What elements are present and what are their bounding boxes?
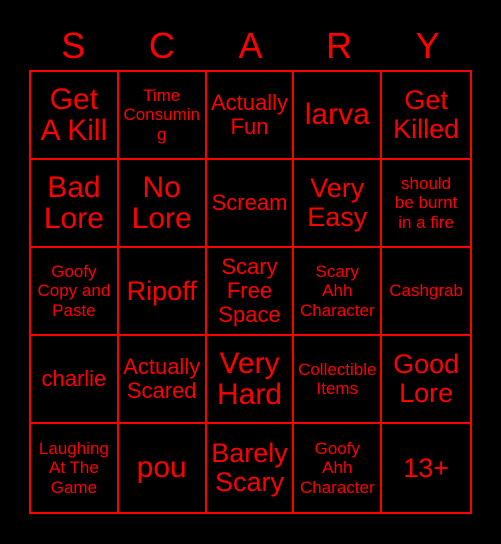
bingo-cell-r3-c2[interactable]: Ripoff: [118, 248, 207, 336]
bingo-cell-label: pou: [136, 451, 187, 485]
bingo-cell-r5-c1[interactable]: Laughing At The Game: [31, 424, 119, 512]
bingo-cell-label: Collectible Items: [298, 359, 377, 398]
bingo-cell-r2-c1[interactable]: Bad Lore: [31, 160, 119, 248]
bingo-header-letter-1: S: [61, 25, 86, 66]
bingo-cell-label: Very Easy: [307, 173, 368, 232]
bingo-cell-label: Time Consuming: [123, 86, 200, 144]
bingo-cell-label: Bad Lore: [43, 170, 104, 235]
bingo-cell-r4-c4[interactable]: Collectible Items: [294, 336, 383, 424]
bingo-cell-r5-c4[interactable]: Goofy Ahh Character: [294, 424, 383, 512]
bingo-header: SCARY: [29, 22, 472, 70]
bingo-cell-r2-c5[interactable]: should be burnt in a fire: [382, 160, 470, 248]
bingo-cell-r3-c4[interactable]: Scary Ahh Character: [294, 248, 383, 336]
bingo-cell-r1-c4[interactable]: larva: [294, 72, 383, 160]
bingo-header-letter-4: R: [326, 25, 353, 66]
bingo-cell-r5-c2[interactable]: pou: [118, 424, 207, 512]
bingo-cell-r5-c5[interactable]: 13+: [382, 424, 470, 512]
bingo-card: S C A R Y Get A Kill Time Consuming Actually Fun l…: [0, 0, 501, 544]
bingo-cell-r2-c4[interactable]: Very Easy: [294, 160, 383, 248]
bingo-cell-r4-c3[interactable]: Very Hard: [206, 336, 295, 424]
bingo-cell-label: 13+: [403, 452, 449, 483]
bingo-header-letter-3: A: [238, 25, 263, 66]
bingo-cell-r3-c3[interactable]: Scary Free Space: [206, 248, 295, 336]
bingo-cell-r4-c5[interactable]: Good Lore: [382, 336, 470, 424]
bingo-cell-label: Very Hard: [216, 346, 282, 411]
bingo-cell-label: Actually Fun: [210, 90, 289, 139]
bingo-cell-label: Barely Scary: [211, 438, 288, 497]
bingo-cell-label: Scary Free Space: [218, 254, 281, 327]
bingo-cell-label: charlie: [41, 366, 107, 392]
bingo-cell-label: Scary Ahh Character: [299, 262, 375, 320]
bingo-header-letter-2: C: [148, 25, 175, 66]
bingo-cell-label: Good Lore: [393, 349, 460, 408]
bingo-cell-label: Cashgrab: [389, 281, 463, 301]
bingo-cell-label: Actually Scared: [123, 354, 201, 403]
bingo-cell-r3-c5[interactable]: Cashgrab: [382, 248, 470, 336]
bingo-cell-label: Laughing At The Game: [38, 439, 109, 497]
bingo-cell-r1-c2[interactable]: Time Consuming: [118, 72, 207, 160]
bingo-cell-label: larva: [304, 98, 370, 132]
bingo-cell-r4-c2[interactable]: Actually Scared: [118, 336, 207, 424]
bingo-cell-label: No Lore: [131, 170, 192, 235]
bingo-cell-r3-c1[interactable]: Goofy Copy and Paste: [31, 248, 119, 336]
bingo-cell-r1-c3[interactable]: Actually Fun: [206, 72, 295, 160]
bingo-cell-label: should be burnt in a fire: [394, 174, 458, 232]
bingo-cell-label: Get Killed: [393, 85, 460, 144]
bingo-cell-r1-c5[interactable]: Get Killed: [382, 72, 470, 160]
bingo-cell-label: Get A Kill: [40, 82, 108, 147]
bingo-grid: Get A Kill Time Consuming Actually Fun larva Ge…: [29, 70, 472, 514]
bingo-header-letter-5: Y: [415, 25, 440, 66]
bingo-cell-label: Ripoff: [126, 275, 197, 306]
bingo-cell-label: Goofy Ahh Character: [299, 439, 375, 497]
bingo-cell-r2-c3[interactable]: Scream: [206, 160, 295, 248]
bingo-cell-r2-c2[interactable]: No Lore: [118, 160, 207, 248]
bingo-cell-r5-c3[interactable]: Barely Scary: [206, 424, 295, 512]
bingo-cell-label: Goofy Copy and Paste: [37, 262, 111, 320]
bingo-cell-label: Scream: [211, 190, 288, 216]
bingo-cell-r1-c1[interactable]: Get A Kill: [31, 72, 119, 160]
bingo-cell-r4-c1[interactable]: charlie: [31, 336, 119, 424]
